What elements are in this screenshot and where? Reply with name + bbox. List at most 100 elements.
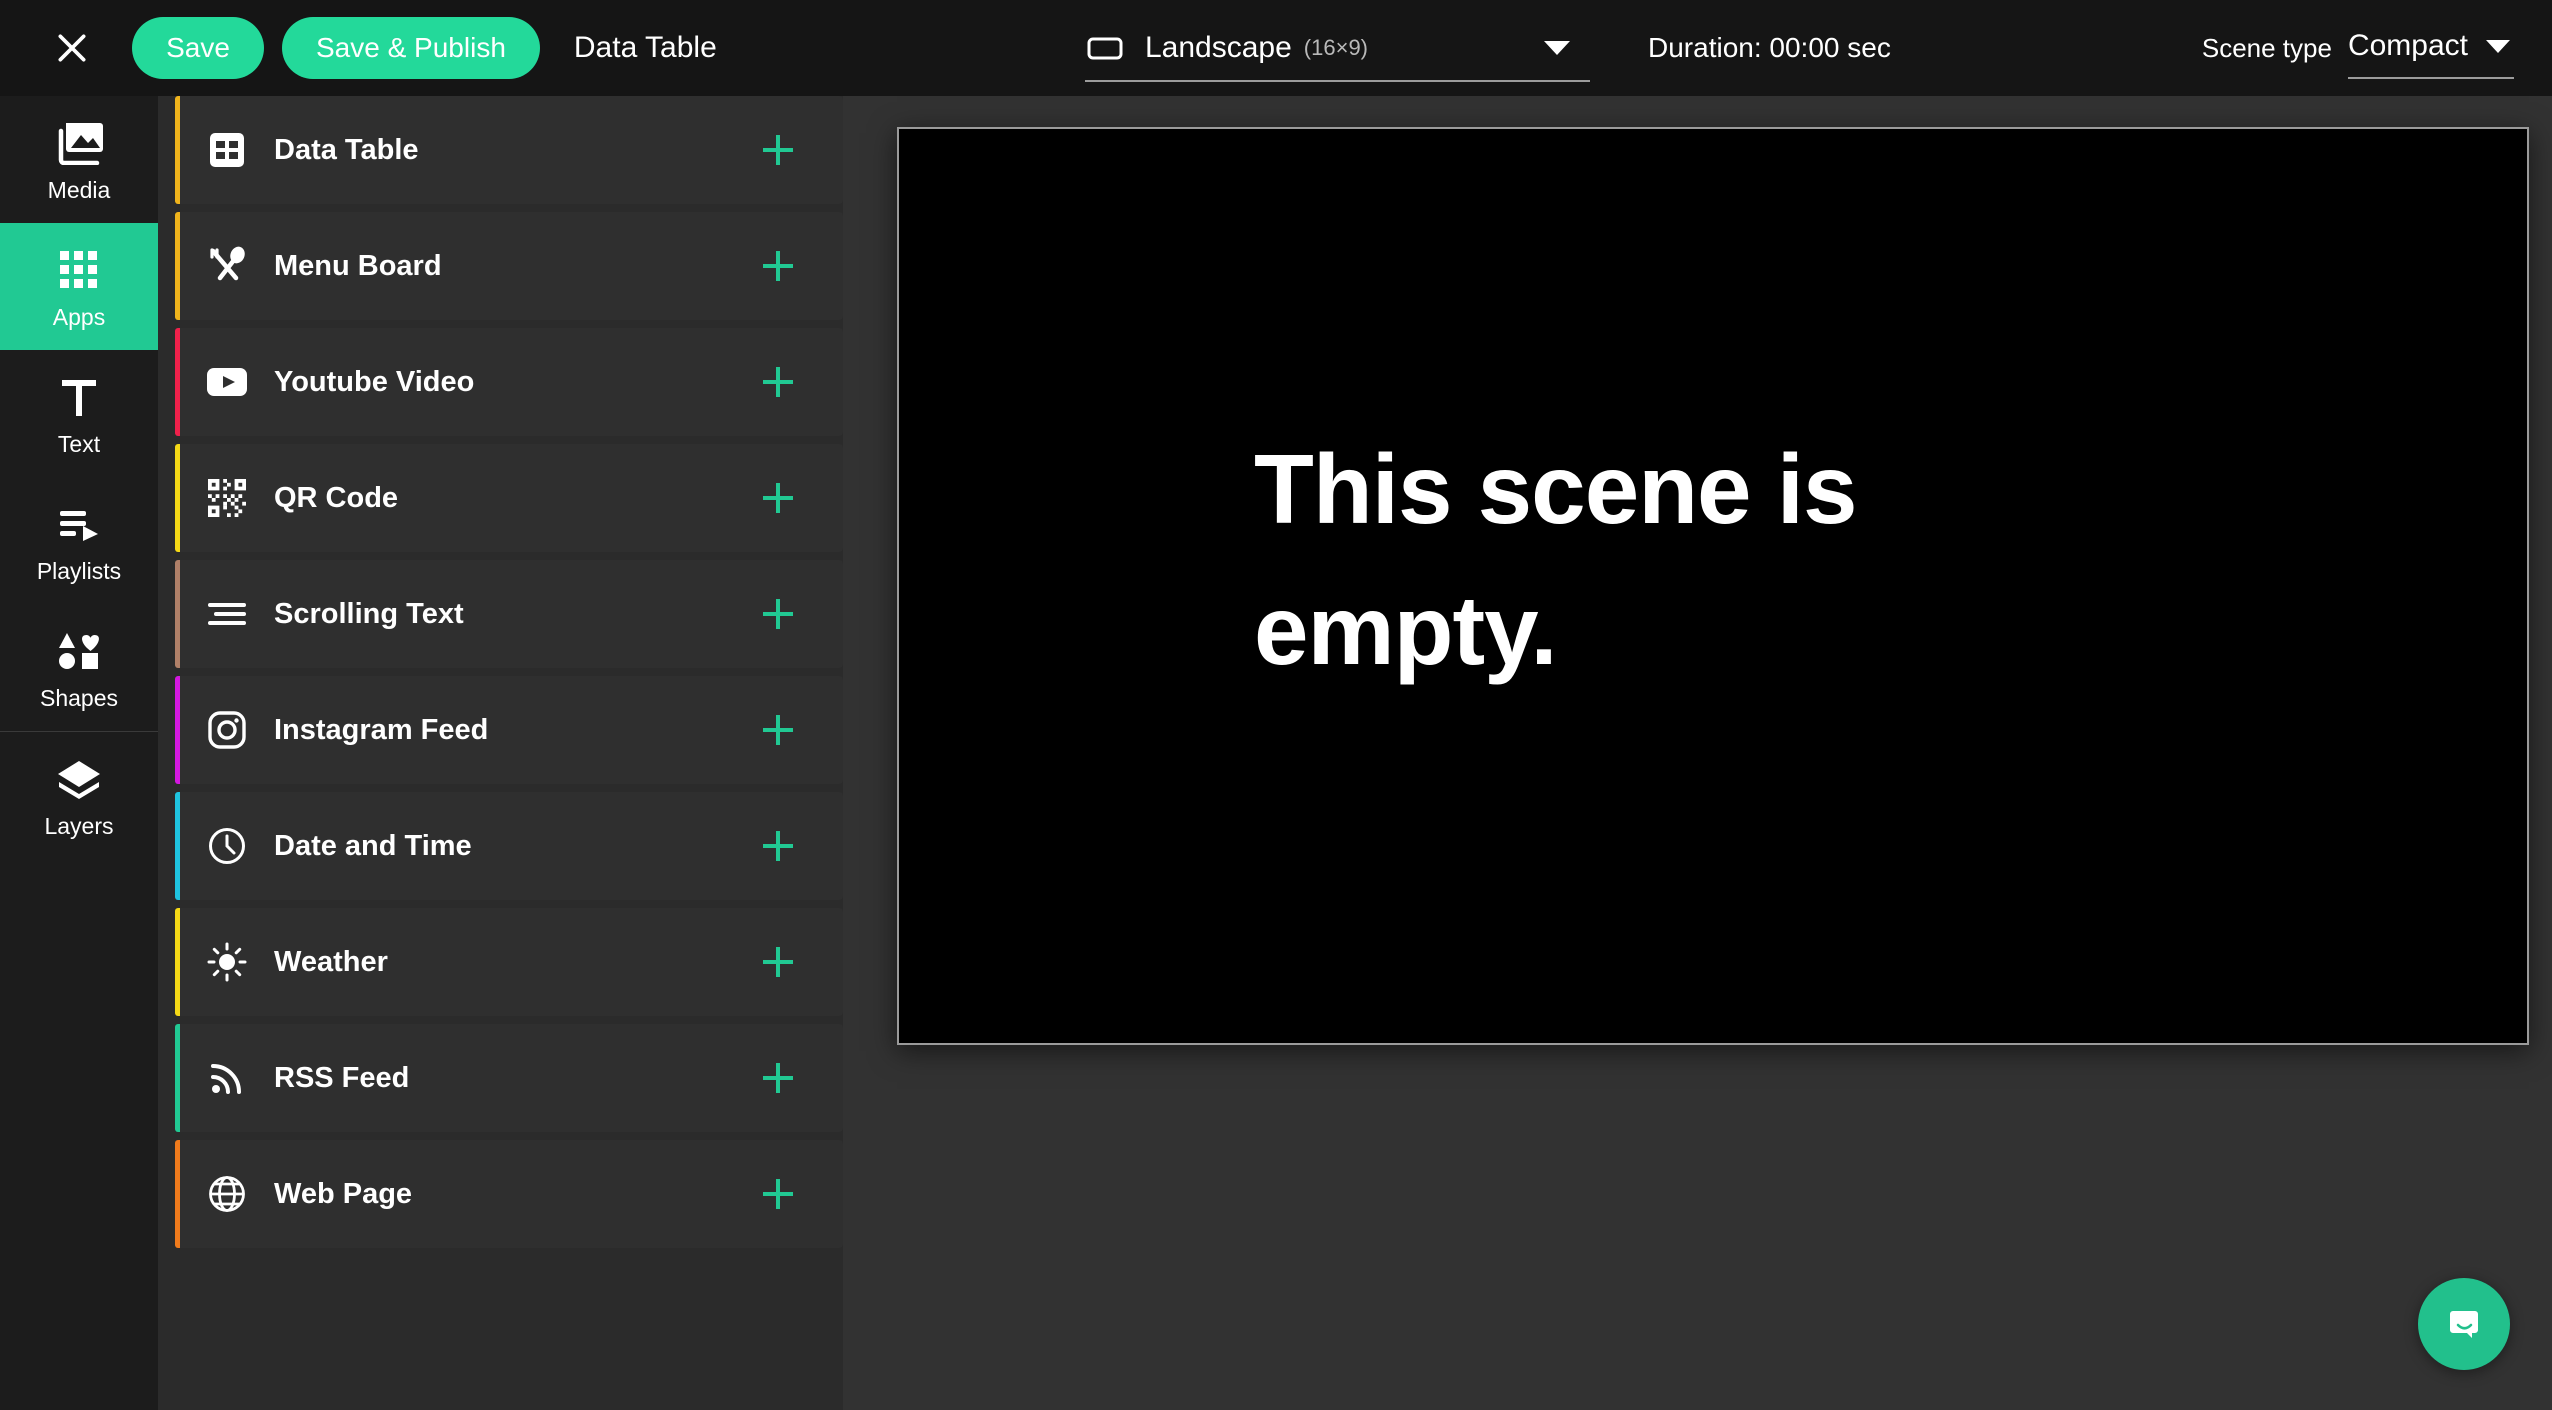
left-navigation-rail: Media Apps Text Playlists Shapes Layers [0,96,158,1410]
apps-grid-icon [58,242,100,298]
scene-type-label: Scene type [2201,32,2332,63]
globe-icon [204,1171,250,1217]
media-library-icon [53,115,105,171]
sidebar-item-label: Shapes [39,685,118,711]
sidebar-item-label: Apps [52,304,106,330]
app-item-label: Date and Time [274,829,472,862]
app-accent-bar [175,1140,180,1248]
orientation-select[interactable]: Landscape (16×9) [1085,16,1590,82]
scene-type-value: Compact [2347,29,2468,62]
plus-icon [763,831,793,861]
scene-type-select[interactable]: Compact [2347,17,2514,79]
plus-icon [763,367,793,397]
sidebar-item-playlists[interactable]: Playlists [0,477,158,604]
app-item-label: Youtube Video [274,365,475,398]
sidebar-item-label: Media [47,177,111,203]
chat-bubble-smile-icon [2450,1311,2478,1338]
sidebar-item-label: Text [57,431,101,457]
app-item-web-page[interactable]: Web Page [175,1140,843,1248]
add-app-button[interactable] [755,823,801,869]
add-app-button[interactable] [755,1055,801,1101]
canvas-stage: This scene is empty. [843,96,2552,1410]
plus-icon [763,599,793,629]
playlist-icon [56,496,102,552]
app-accent-bar [175,676,180,784]
sidebar-item-layers[interactable]: Layers [0,732,158,859]
plus-icon [763,135,793,165]
app-accent-bar [175,1024,180,1132]
sidebar-item-shapes[interactable]: Shapes [0,604,158,731]
scene-type-control: Scene type Compact [2202,0,2514,96]
app-accent-bar [175,212,180,320]
close-editor-button[interactable] [50,26,94,70]
add-app-button[interactable] [755,1171,801,1217]
duration-display: Duration: 00:00 sec [1648,32,1891,63]
app-item-label: Web Page [274,1177,413,1210]
add-app-button[interactable] [755,707,801,753]
table-grid-icon [204,127,250,173]
plus-icon [763,1063,793,1093]
app-item-label: Data Table [274,133,419,166]
app-item-label: Instagram Feed [274,713,489,746]
plus-icon [763,715,793,745]
qr-code-icon [204,475,250,521]
landscape-rectangle-icon [1085,28,1125,68]
top-toolbar: Save Save & Publish Data Table Landscape… [0,0,2552,96]
plus-icon [763,1179,793,1209]
sidebar-item-label: Playlists [36,558,122,584]
app-accent-bar [175,328,180,436]
app-item-label: RSS Feed [274,1061,410,1094]
app-item-youtube-video[interactable]: Youtube Video [175,328,843,436]
add-app-button[interactable] [755,475,801,521]
app-item-instagram-feed[interactable]: Instagram Feed [175,676,843,784]
app-accent-bar [175,444,180,552]
scene-canvas[interactable]: This scene is empty. [897,127,2529,1045]
app-item-data-table[interactable]: Data Table [175,96,843,204]
plus-icon [763,251,793,281]
save-button[interactable]: Save [132,17,264,79]
rss-icon [204,1055,250,1101]
plus-icon [763,947,793,977]
chevron-down-icon [2486,39,2510,53]
app-accent-bar [175,96,180,204]
app-item-label: Menu Board [274,249,442,282]
youtube-icon [204,359,250,405]
add-app-button[interactable] [755,939,801,985]
app-item-date-and-time[interactable]: Date and Time [175,792,843,900]
close-icon [58,34,86,62]
clock-icon [204,823,250,869]
orientation-label: Landscape [1145,31,1292,64]
empty-scene-message: This scene is empty. [1254,434,1858,686]
sidebar-item-media[interactable]: Media [0,96,158,223]
instagram-icon [204,707,250,753]
add-app-button[interactable] [755,243,801,289]
add-app-button[interactable] [755,127,801,173]
apps-panel: Data Table Menu Board Youtube Video QR C… [158,96,843,1410]
save-and-publish-button[interactable]: Save & Publish [282,17,540,79]
shapes-icon [56,623,102,679]
add-app-button[interactable] [755,591,801,637]
help-chat-button[interactable] [2418,1278,2510,1370]
sidebar-item-text[interactable]: Text [0,350,158,477]
app-item-scrolling-text[interactable]: Scrolling Text [175,560,843,668]
cutlery-icon [204,243,250,289]
add-app-button[interactable] [755,359,801,405]
scene-title: Data Table [573,31,717,64]
sun-icon [204,939,250,985]
sidebar-item-label: Layers [44,813,114,839]
app-item-menu-board[interactable]: Menu Board [175,212,843,320]
app-item-weather[interactable]: Weather [175,908,843,1016]
orientation-ratio: (16×9) [1303,35,1369,60]
app-item-rss-feed[interactable]: RSS Feed [175,1024,843,1132]
app-item-label: Scrolling Text [274,597,464,630]
chevron-down-icon [1544,41,1570,55]
app-accent-bar [175,908,180,1016]
app-item-qr-code[interactable]: QR Code [175,444,843,552]
app-item-label: QR Code [274,481,399,514]
plus-icon [763,483,793,513]
app-accent-bar [175,560,180,668]
app-accent-bar [175,792,180,900]
sidebar-item-apps[interactable]: Apps [0,223,158,350]
layers-icon [55,751,103,807]
text-t-icon [57,369,101,425]
